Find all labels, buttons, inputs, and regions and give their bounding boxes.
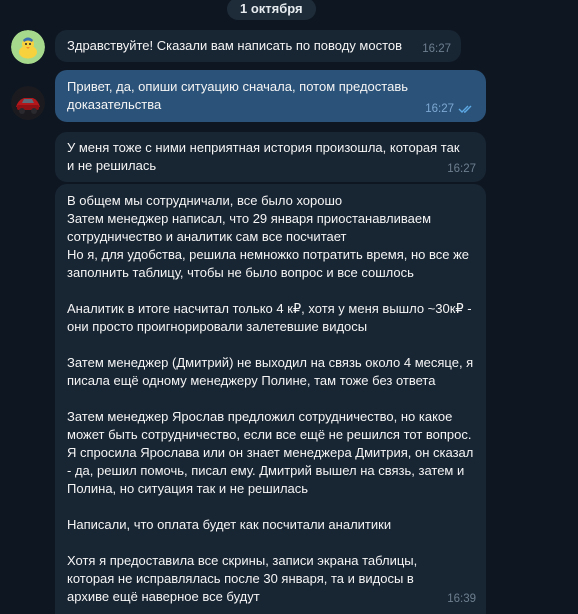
message-text: У меня тоже с ними неприятная история пр… (67, 140, 460, 173)
message-bubble-outgoing[interactable]: Привет, да, опиши ситуацию сначала, пото… (55, 70, 486, 122)
message-bubble-incoming[interactable]: В общем мы сотрудничали, все было хорошо… (55, 184, 486, 614)
double-check-icon (458, 105, 472, 113)
message-bubble-incoming[interactable]: Здравствуйте! Сказали вам написать по по… (55, 30, 461, 62)
message-time: 16:27 (422, 43, 451, 55)
chat-history[interactable]: 1 октября Здравствуйте! Сказали вам напи… (0, 0, 578, 614)
message-time: 16:27 (425, 103, 454, 115)
message-bubble-incoming[interactable]: У меня тоже с ними неприятная история пр… (55, 132, 486, 182)
date-separator: 1 октября (227, 0, 316, 20)
message-paragraph: Хотя я предоставила все скрины, записи э… (67, 553, 418, 604)
duck-avatar-icon[interactable] (11, 30, 45, 64)
message-text: Здравствуйте! Сказали вам написать по по… (67, 38, 403, 53)
message-time-wrap: 16:27 (422, 40, 451, 58)
message-paragraph: Написали, что оплата будет как посчитали… (67, 517, 392, 532)
red-car-avatar-icon[interactable] (11, 86, 45, 120)
message-time-wrap: 16:27 (425, 100, 476, 118)
message-time-wrap: 16:27 (447, 160, 476, 178)
message-paragraph: Аналитик в итоге насчитал только 4 к₽, х… (67, 301, 472, 334)
message-paragraph: Затем менеджер (Дмитрий) не выходил на с… (67, 355, 474, 388)
message-text: Привет, да, опиши ситуацию сначала, пото… (67, 79, 409, 112)
message-time: 16:27 (447, 163, 476, 175)
message-paragraph: В общем мы сотрудничали, все было хорошо… (67, 193, 470, 280)
message-time-wrap: 16:39 (447, 590, 476, 608)
message-time: 16:39 (447, 593, 476, 605)
message-paragraph: Затем менеджер Ярослав предложил сотрудн… (67, 409, 474, 496)
